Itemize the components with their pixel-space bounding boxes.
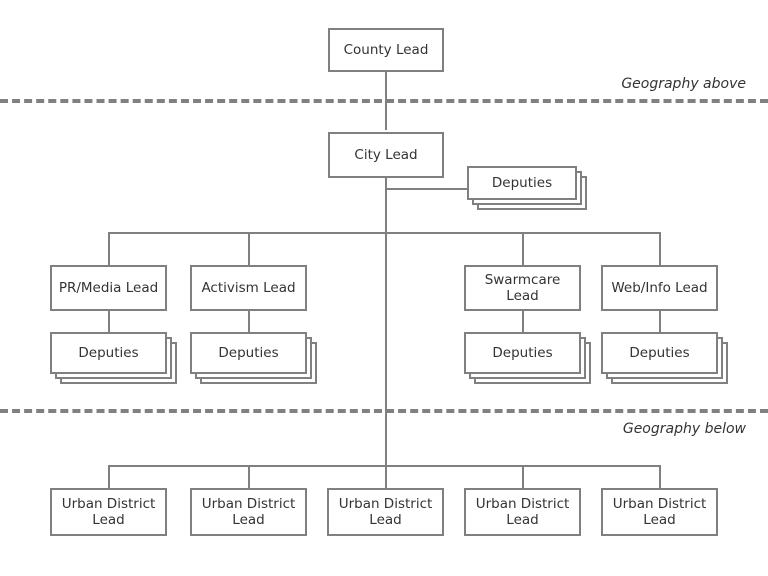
node-pr-media-lead[interactable]: PR/Media Lead (50, 265, 167, 311)
connector-drop-pr-media (108, 232, 110, 265)
node-pr-media-lead-label: PR/Media Lead (58, 280, 159, 296)
node-urban-district-lead-2[interactable]: Urban District Lead (190, 488, 307, 536)
lane-divider-geography-above (0, 99, 768, 103)
connector-swarmcare-to-deputies (522, 311, 524, 332)
connector-drop-district-3 (385, 465, 387, 488)
node-activism-lead[interactable]: Activism Lead (190, 265, 307, 311)
node-urban-district-lead-4[interactable]: Urban District Lead (464, 488, 581, 536)
node-urban-district-lead-3[interactable]: Urban District Lead (327, 488, 444, 536)
node-activism-lead-label: Activism Lead (201, 280, 296, 296)
node-swarmcare-deputies-stack[interactable]: Deputies (464, 332, 591, 384)
connector-web-info-to-deputies (659, 311, 661, 332)
node-urban-district-lead-4-label: Urban District Lead (475, 496, 570, 528)
node-city-deputies-label: Deputies (491, 175, 553, 191)
node-web-info-lead-label: Web/Info Lead (611, 280, 708, 296)
node-city-deputies-stack[interactable]: Deputies (467, 166, 587, 210)
connector-city-to-deputies (385, 188, 467, 190)
node-urban-district-lead-1-label: Urban District Lead (61, 496, 156, 528)
org-chart-canvas: Geography above Geography below County L… (0, 0, 768, 576)
connector-pr-media-to-deputies (108, 311, 110, 332)
connector-city-trunk (385, 178, 387, 466)
node-swarmcare-lead[interactable]: Swarmcare Lead (464, 265, 581, 311)
lane-caption-geography-below: Geography below (622, 421, 746, 437)
connector-activism-to-deputies (248, 311, 250, 332)
node-web-info-lead[interactable]: Web/Info Lead (601, 265, 718, 311)
connector-drop-district-4 (522, 465, 524, 488)
node-web-info-deputies-stack[interactable]: Deputies (601, 332, 728, 384)
connector-drop-web-info (659, 232, 661, 265)
node-urban-district-lead-2-label: Urban District Lead (201, 496, 296, 528)
node-web-info-deputies-label: Deputies (629, 345, 690, 361)
node-city-lead[interactable]: City Lead (328, 132, 444, 178)
connector-drop-district-1 (108, 465, 110, 488)
connector-drop-swarmcare (522, 232, 524, 265)
node-activism-deputies[interactable]: Deputies (190, 332, 307, 374)
node-web-info-deputies[interactable]: Deputies (601, 332, 718, 374)
node-city-lead-label: City Lead (354, 147, 418, 163)
node-urban-district-lead-5[interactable]: Urban District Lead (601, 488, 718, 536)
lane-caption-geography-above: Geography above (621, 76, 746, 92)
node-urban-district-lead-5-label: Urban District Lead (612, 496, 707, 528)
connector-middle-bus (108, 232, 660, 234)
node-pr-media-deputies[interactable]: Deputies (50, 332, 167, 374)
lane-divider-geography-below (0, 409, 768, 413)
node-pr-media-deputies-label: Deputies (78, 345, 139, 361)
node-swarmcare-deputies[interactable]: Deputies (464, 332, 581, 374)
node-urban-district-lead-3-label: Urban District Lead (338, 496, 433, 528)
connector-bottom-bus (108, 465, 660, 467)
node-activism-deputies-stack[interactable]: Deputies (190, 332, 317, 384)
node-swarmcare-lead-label: Swarmcare Lead (484, 272, 561, 304)
connector-drop-district-5 (659, 465, 661, 488)
node-pr-media-deputies-stack[interactable]: Deputies (50, 332, 177, 384)
node-swarmcare-deputies-label: Deputies (492, 345, 553, 361)
node-urban-district-lead-1[interactable]: Urban District Lead (50, 488, 167, 536)
connector-drop-district-2 (248, 465, 250, 488)
node-city-deputies[interactable]: Deputies (467, 166, 577, 200)
node-county-lead-label: County Lead (343, 42, 429, 58)
node-activism-deputies-label: Deputies (218, 345, 279, 361)
node-county-lead[interactable]: County Lead (328, 28, 444, 72)
connector-drop-activism (248, 232, 250, 265)
